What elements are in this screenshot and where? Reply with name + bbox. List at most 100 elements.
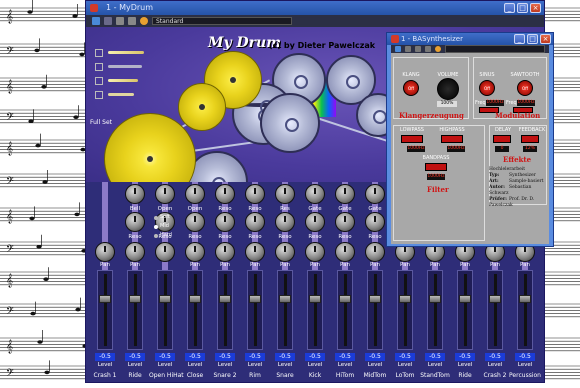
lowpass-switch[interactable] — [401, 135, 423, 143]
pan-knob[interactable] — [125, 242, 145, 262]
level-value[interactable]: -0.5 — [335, 353, 355, 361]
fader-cap[interactable] — [99, 295, 111, 303]
reso-knob[interactable] — [215, 212, 235, 232]
level-fader[interactable] — [187, 270, 203, 350]
channel-knob-top[interactable] — [155, 184, 175, 204]
fader-cap[interactable] — [339, 295, 351, 303]
fader-cap[interactable] — [399, 295, 411, 303]
synth-preset-select[interactable] — [445, 45, 545, 53]
hihat-option-radio[interactable] — [154, 234, 158, 238]
synth-edit-icon[interactable] — [405, 46, 411, 52]
drum-window-titlebar[interactable]: 1 - MyDrum _ □ × — [86, 1, 544, 15]
stick-slot-3[interactable] — [95, 77, 103, 85]
level-value[interactable]: -0.5 — [155, 353, 175, 361]
channel-knob-top[interactable] — [365, 184, 385, 204]
hihat-cymbal-pad[interactable] — [178, 83, 226, 131]
pan-knob[interactable] — [365, 242, 385, 262]
level-fader[interactable] — [307, 270, 323, 350]
level-value[interactable]: -0.5 — [485, 353, 505, 361]
drum-minimize-button[interactable]: _ — [504, 3, 515, 13]
level-value[interactable]: -0.5 — [95, 353, 115, 361]
minimize-button[interactable]: _ — [514, 34, 525, 44]
stick-slot-1[interactable] — [95, 49, 103, 57]
synth-bypass-icon[interactable] — [395, 46, 401, 52]
level-fader[interactable] — [247, 270, 263, 350]
level-value[interactable]: -0.5 — [395, 353, 415, 361]
settings-icon[interactable] — [128, 17, 136, 25]
pan-knob[interactable] — [215, 242, 235, 262]
fader-cap[interactable] — [309, 295, 321, 303]
level-fader[interactable] — [427, 270, 443, 350]
level-value[interactable]: -0.5 — [425, 353, 445, 361]
tom-low-pad[interactable] — [260, 93, 320, 153]
pan-knob[interactable] — [95, 242, 115, 262]
delay-switch[interactable] — [493, 135, 511, 143]
level-fader[interactable] — [487, 270, 503, 350]
maximize-button[interactable]: □ — [527, 34, 538, 44]
hihat-option-radio[interactable] — [154, 225, 158, 229]
level-fader[interactable] — [277, 270, 293, 350]
bypass-icon[interactable] — [92, 17, 100, 25]
synth-titlebar[interactable]: 1 - BASynthesizer _ □ × — [387, 33, 553, 45]
pan-knob[interactable] — [275, 242, 295, 262]
channel-knob-top[interactable] — [185, 184, 205, 204]
preset-icon[interactable] — [140, 17, 148, 25]
freeze-icon[interactable] — [116, 17, 124, 25]
reso-knob[interactable] — [185, 212, 205, 232]
level-value[interactable]: -0.5 — [455, 353, 475, 361]
synth-preset-icon[interactable] — [435, 46, 441, 52]
reso-knob[interactable] — [305, 212, 325, 232]
level-value[interactable]: -0.5 — [215, 353, 235, 361]
pan-knob[interactable] — [335, 242, 355, 262]
fader-cap[interactable] — [519, 295, 531, 303]
reso-knob[interactable] — [125, 212, 145, 232]
pan-knob[interactable] — [185, 242, 205, 262]
volume-knob[interactable] — [437, 78, 459, 100]
sawtooth-knob[interactable]: Off — [517, 80, 533, 96]
level-fader[interactable] — [217, 270, 233, 350]
channel-knob-top[interactable] — [215, 184, 235, 204]
highpass-switch[interactable] — [441, 135, 463, 143]
drum-close-button[interactable]: × — [530, 3, 541, 13]
fader-cap[interactable] — [489, 295, 501, 303]
channel-knob-top[interactable] — [245, 184, 265, 204]
level-value[interactable]: -0.5 — [245, 353, 265, 361]
fader-cap[interactable] — [369, 295, 381, 303]
pan-knob[interactable] — [245, 242, 265, 262]
channel-knob-top[interactable] — [335, 184, 355, 204]
pan-knob[interactable] — [155, 242, 175, 262]
fader-cap[interactable] — [159, 295, 171, 303]
synth-settings-icon[interactable] — [425, 46, 431, 52]
level-fader[interactable] — [457, 270, 473, 350]
level-value[interactable]: -0.5 — [275, 353, 295, 361]
synth-freeze-icon[interactable] — [415, 46, 421, 52]
level-value[interactable]: -0.5 — [365, 353, 385, 361]
fader-cap[interactable] — [219, 295, 231, 303]
preset-select[interactable]: Standard — [152, 17, 292, 25]
level-fader[interactable] — [367, 270, 383, 350]
level-fader[interactable] — [337, 270, 353, 350]
drum-maximize-button[interactable]: □ — [517, 3, 528, 13]
reso-knob[interactable] — [275, 212, 295, 232]
level-value[interactable]: -0.5 — [305, 353, 325, 361]
stick-slot-2[interactable] — [95, 63, 103, 71]
level-value[interactable]: -0.5 — [125, 353, 145, 361]
pan-knob[interactable] — [305, 242, 325, 262]
sinus-knob[interactable]: Off — [479, 80, 495, 96]
reso-knob[interactable] — [335, 212, 355, 232]
fader-cap[interactable] — [189, 295, 201, 303]
edit-icon[interactable] — [104, 17, 112, 25]
level-fader[interactable] — [157, 270, 173, 350]
bandpass-switch[interactable] — [425, 163, 447, 171]
level-value[interactable]: -0.5 — [185, 353, 205, 361]
channel-knob-top[interactable] — [305, 184, 325, 204]
stick-slot-4[interactable] — [95, 91, 103, 99]
fader-cap[interactable] — [459, 295, 471, 303]
feedback-switch[interactable] — [521, 135, 539, 143]
level-fader[interactable] — [397, 270, 413, 350]
fader-cap[interactable] — [429, 295, 441, 303]
hihat-option-radio[interactable] — [154, 216, 158, 220]
fader-cap[interactable] — [279, 295, 291, 303]
fader-cap[interactable] — [129, 295, 141, 303]
klang-knob[interactable]: Off — [403, 80, 419, 96]
